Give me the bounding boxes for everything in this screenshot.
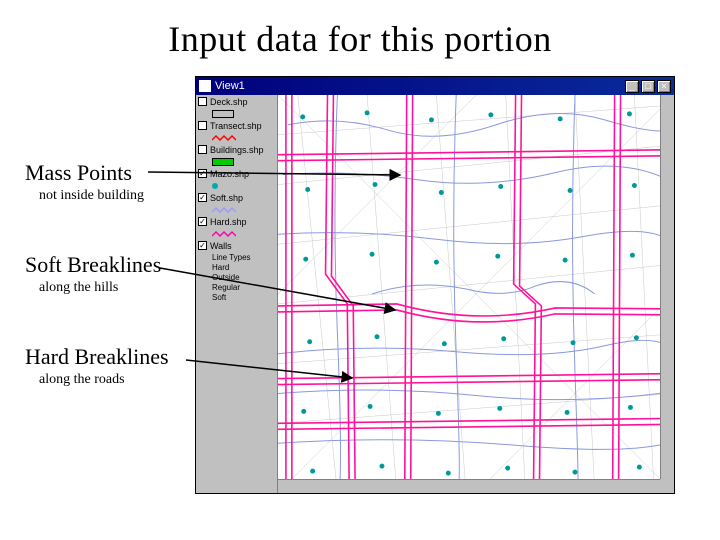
checkbox-icon[interactable] [198, 193, 207, 202]
annotation-column: Mass Points not inside building Soft Bre… [25, 160, 169, 436]
layer-name: Transect.shp [210, 121, 275, 132]
layer-item[interactable]: Hard.shp [198, 217, 275, 228]
scroll-corner [660, 479, 674, 493]
line-type-item: Outside [212, 273, 275, 283]
layer-name: Walls [210, 241, 275, 252]
layer-panel[interactable]: Deck.shp Transect.shp Buildings.shp Mazo… [196, 95, 278, 493]
layer-symbol [212, 109, 275, 119]
annotation-hard: Hard Breaklines along the roads [25, 344, 169, 388]
layer-name: Soft.shp [210, 193, 275, 204]
checkbox-icon[interactable] [198, 145, 207, 154]
line-types-heading: Line Types [212, 253, 275, 263]
checkbox-icon[interactable] [198, 169, 207, 178]
app-icon [199, 80, 211, 92]
layer-name: Buildings.shp [210, 145, 275, 156]
horizontal-scrollbar[interactable] [278, 479, 660, 493]
anno-hard-sub: along the roads [39, 372, 169, 388]
layer-symbol [212, 157, 275, 167]
layer-name: Deck.shp [210, 97, 275, 108]
line-type-item: Regular [212, 283, 275, 293]
layer-item[interactable]: Deck.shp [198, 97, 275, 108]
close-button[interactable]: × [657, 80, 671, 93]
layer-symbol [212, 133, 275, 143]
layer-item[interactable]: Transect.shp [198, 121, 275, 132]
checkbox-icon[interactable] [198, 121, 207, 130]
gis-window: View1 _ □ × Deck.shp Transect.shp Buil [195, 76, 675, 494]
anno-soft-title: Soft Breaklines [25, 252, 169, 278]
slide-title: Input data for this portion [0, 0, 720, 60]
layer-item[interactable]: Soft.shp [198, 193, 275, 204]
anno-mass-sub: not inside building [39, 188, 169, 204]
window-caption: View1 [215, 80, 625, 92]
layer-item[interactable]: Walls [198, 241, 275, 252]
layer-symbol [212, 229, 275, 239]
line-type-item: Soft [212, 293, 275, 303]
checkbox-icon[interactable] [198, 241, 207, 250]
line-type-item: Hard [212, 263, 275, 273]
layer-symbol [212, 181, 275, 191]
layer-name: Mazo.shp [210, 169, 275, 180]
checkbox-icon[interactable] [198, 97, 207, 106]
layer-name: Hard.shp [210, 217, 275, 228]
anno-hard-title: Hard Breaklines [25, 344, 169, 370]
vertical-scrollbar[interactable] [660, 95, 674, 479]
layer-item[interactable]: Buildings.shp [198, 145, 275, 156]
maximize-button[interactable]: □ [641, 80, 655, 93]
anno-mass-title: Mass Points [25, 160, 169, 186]
checkbox-icon[interactable] [198, 217, 207, 226]
layer-item[interactable]: Mazo.shp [198, 169, 275, 180]
anno-soft-sub: along the hills [39, 280, 169, 296]
annotation-soft: Soft Breaklines along the hills [25, 252, 169, 296]
layer-symbol [212, 205, 275, 215]
minimize-button[interactable]: _ [625, 80, 639, 93]
window-titlebar[interactable]: View1 _ □ × [196, 77, 674, 95]
annotation-mass: Mass Points not inside building [25, 160, 169, 204]
map-canvas[interactable] [278, 95, 674, 493]
